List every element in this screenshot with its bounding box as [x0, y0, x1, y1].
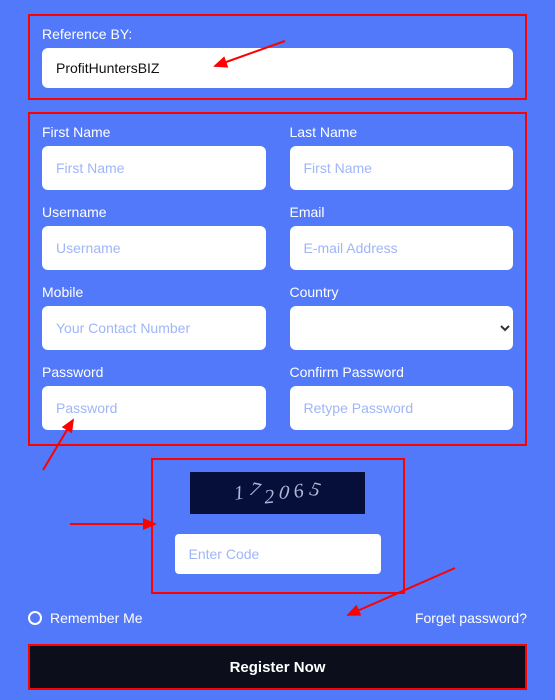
username-input[interactable] — [42, 226, 266, 270]
mobile-input[interactable] — [42, 306, 266, 350]
reference-label: Reference BY: — [42, 26, 513, 42]
forget-password-link[interactable]: Forget password? — [415, 610, 527, 626]
form-fields-box: First Name Last Name Username Email Mobi… — [28, 112, 527, 446]
last-name-label: Last Name — [290, 124, 514, 140]
password-input[interactable] — [42, 386, 266, 430]
password-label: Password — [42, 364, 266, 380]
mobile-label: Mobile — [42, 284, 266, 300]
remember-me-label: Remember Me — [50, 610, 143, 626]
reference-box: Reference BY: — [28, 14, 527, 100]
username-label: Username — [42, 204, 266, 220]
first-name-input[interactable] — [42, 146, 266, 190]
remember-radio-icon[interactable] — [28, 611, 42, 625]
captcha-box: 172065 — [151, 458, 405, 594]
first-name-label: First Name — [42, 124, 266, 140]
email-input[interactable] — [290, 226, 514, 270]
country-select[interactable] — [290, 306, 514, 350]
register-button[interactable]: Register Now — [28, 644, 527, 690]
remember-me[interactable]: Remember Me — [28, 610, 143, 626]
country-label: Country — [290, 284, 514, 300]
captcha-input[interactable] — [175, 534, 381, 574]
bottom-row: Remember Me Forget password? — [28, 610, 527, 626]
confirm-password-label: Confirm Password — [290, 364, 514, 380]
reference-input[interactable] — [42, 48, 513, 88]
captcha-image: 172065 — [190, 472, 365, 514]
last-name-input[interactable] — [290, 146, 514, 190]
email-label: Email — [290, 204, 514, 220]
confirm-password-input[interactable] — [290, 386, 514, 430]
